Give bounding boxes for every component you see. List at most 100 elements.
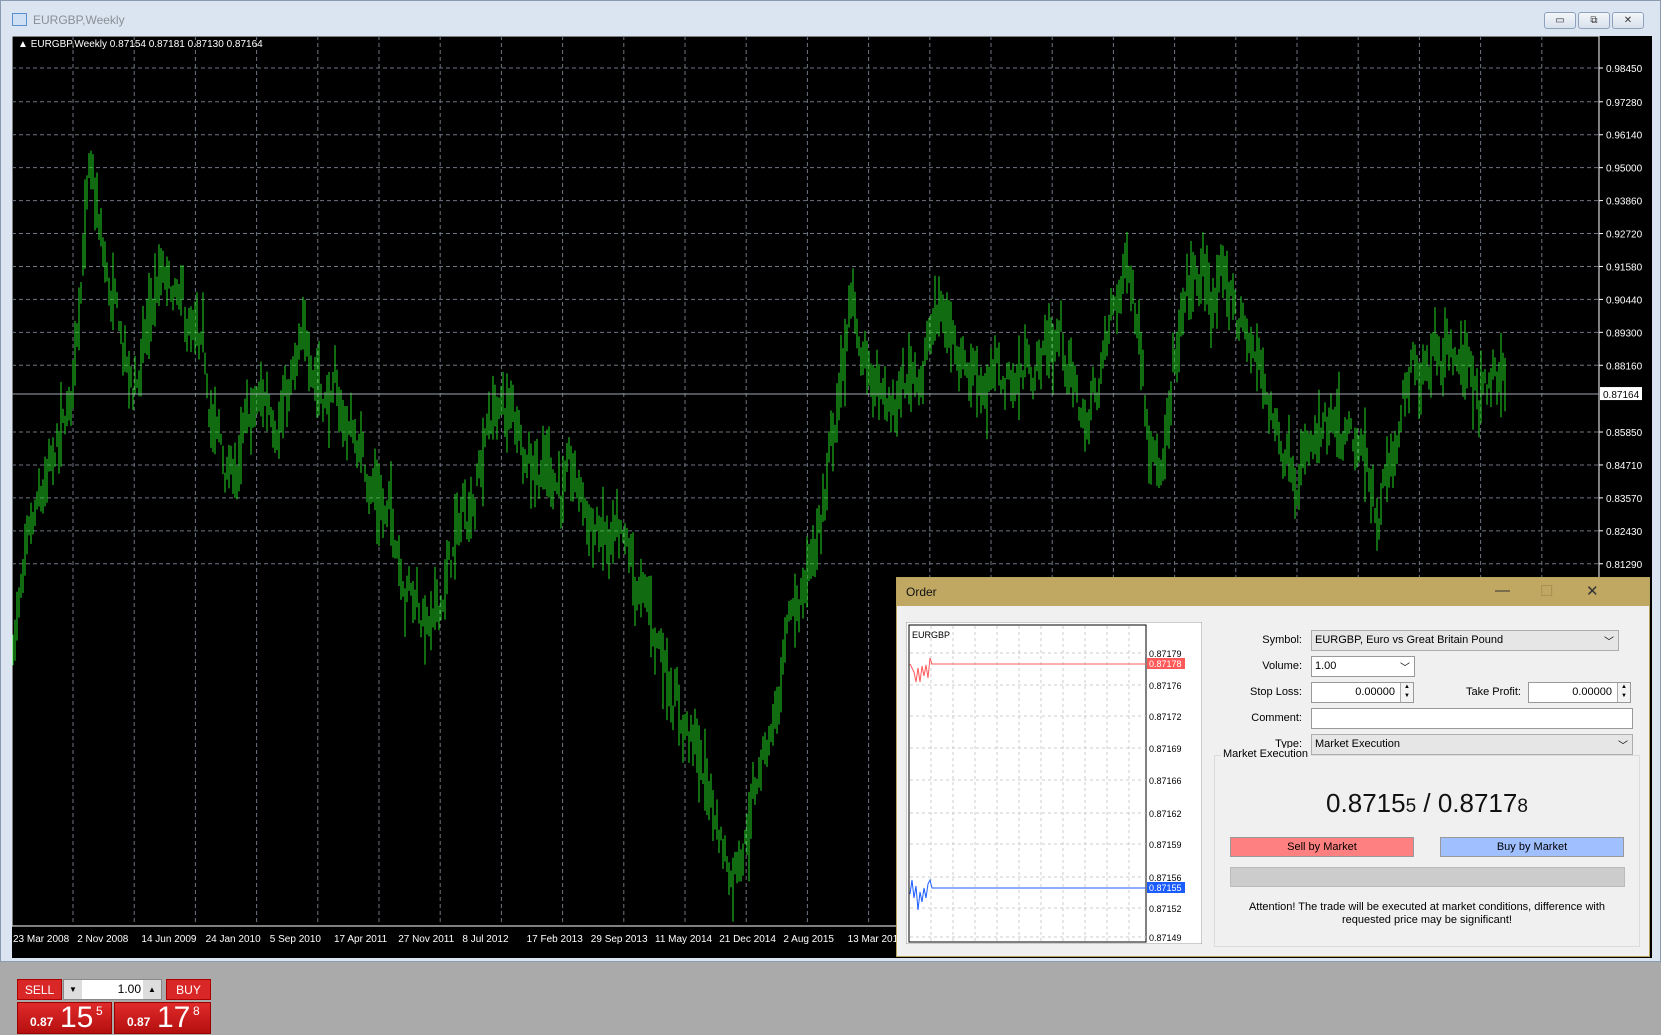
take-profit-spinner[interactable]: ▲ ▼ — [1617, 683, 1630, 702]
buy-price-fraction: 8 — [193, 1004, 200, 1018]
symbol-label: Symbol: — [1262, 634, 1302, 646]
stop-loss-spinner[interactable]: ▲ ▼ — [1400, 683, 1413, 702]
buy-price-pips: 17 — [157, 1001, 191, 1034]
ask-price-last-digit: 8 — [1517, 796, 1528, 817]
type-value: Market Execution — [1315, 738, 1400, 750]
sell-by-market-button[interactable]: Sell by Market — [1230, 837, 1414, 857]
date-tick-label: 14 Jun 2009 — [141, 934, 196, 945]
tick-price-label: 0.87176 — [1149, 681, 1182, 691]
minimize-button[interactable]: ▭ — [1544, 12, 1576, 29]
chart-header: ▲ EURGBP,Weekly 0.87154 0.87181 0.87130 … — [18, 39, 263, 50]
chevron-down-icon: ﹀ — [1618, 741, 1628, 752]
buy-by-market-button[interactable]: Buy by Market — [1440, 837, 1624, 857]
date-tick-label: 2 Nov 2008 — [77, 934, 129, 945]
close-button[interactable]: ✕ — [1612, 12, 1644, 29]
buy-price-big: 0.87 — [127, 1015, 151, 1029]
sell-button[interactable]: SELL — [17, 979, 62, 1000]
attention-text: Attention! The trade will be executed at… — [1248, 901, 1606, 926]
bid-price-last-digit: 5 — [1405, 796, 1417, 817]
order-dialog: Order — ☐ ✕ 0.87179 0.87176 0.87172 0.87169… — [896, 577, 1650, 957]
volume-value: 1.00 — [1315, 660, 1337, 672]
chevron-down-icon: ﹀ — [1400, 663, 1410, 674]
date-tick-label: 17 Apr 2011 — [334, 934, 388, 945]
take-profit-label: Take Profit: — [1465, 686, 1521, 698]
bid-price: 0.8715 — [1326, 788, 1406, 818]
window-title: EURGBP,Weekly — [33, 13, 125, 27]
tick-price-label: 0.87179 — [1149, 649, 1182, 659]
volume-increase-button[interactable]: ▲ — [143, 980, 161, 999]
price-tick-label: 0.85850 — [1606, 428, 1643, 439]
chevron-down-icon: ﹀ — [1604, 637, 1614, 648]
progress-bar — [1230, 867, 1625, 887]
comment-label: Comment: — [1251, 712, 1302, 724]
dialog-close-button[interactable]: ✕ — [1586, 582, 1599, 600]
price-tick-label: 0.84710 — [1606, 461, 1643, 472]
sell-price-fraction: 5 — [96, 1004, 103, 1018]
tick-price-label: 0.87172 — [1149, 712, 1182, 722]
dialog-maximize-button[interactable]: ☐ — [1540, 582, 1553, 600]
group-label: Market Execution — [1221, 748, 1310, 760]
stop-loss-input[interactable]: 0.00000 ▲ ▼ — [1311, 682, 1414, 703]
buy-button[interactable]: BUY — [166, 979, 211, 1000]
market-execution-group: Market Execution 0.87155 / 0.87178 Sell … — [1214, 748, 1640, 947]
date-tick-label: 24 Jan 2010 — [206, 934, 261, 945]
price-tick-label: 0.93860 — [1606, 197, 1643, 208]
tick-price-label: 0.87169 — [1149, 744, 1182, 754]
type-select[interactable]: Market Execution ﹀ — [1311, 734, 1633, 755]
tick-price-label: 0.87159 — [1149, 840, 1182, 850]
tick-price-label: 0.87162 — [1149, 809, 1182, 819]
volume-input[interactable]: 1.00 — [84, 982, 141, 996]
volume-control: ▼ 1.00 ▲ — [63, 979, 162, 1000]
price-tick-label: 0.83570 — [1606, 494, 1643, 505]
volume-decrease-button[interactable]: ▼ — [64, 980, 82, 999]
date-tick-label: 5 Sep 2010 — [270, 934, 322, 945]
tick-chart: 0.87179 0.87176 0.87172 0.87169 0.87166 0.871… — [906, 622, 1202, 944]
volume-label: Volume: — [1262, 660, 1302, 672]
date-tick-label: 11 May 2014 — [655, 934, 713, 945]
bid-price-tag-label: 0.87155 — [1149, 883, 1182, 893]
take-profit-input[interactable]: 0.00000 ▲ ▼ — [1528, 682, 1631, 703]
date-tick-label: 23 Mar 2008 — [13, 934, 70, 945]
symbol-select[interactable]: EURGBP, Euro vs Great Britain Pound ﹀ — [1311, 630, 1619, 651]
order-dialog-title: Order — [906, 585, 937, 599]
price-separator: / — [1416, 788, 1438, 818]
price-tick-label: 0.91580 — [1606, 262, 1643, 273]
restore-button[interactable]: ⧉ — [1578, 12, 1610, 29]
price-tick-label: 0.97280 — [1606, 98, 1643, 109]
date-tick-label: 2 Aug 2015 — [783, 934, 834, 945]
sell-price-big: 0.87 — [30, 1015, 54, 1029]
date-tick-label: 29 Sep 2013 — [591, 934, 648, 945]
ask-price-tag-label: 0.87178 — [1149, 659, 1182, 669]
price-tick-label: 0.82430 — [1606, 527, 1643, 538]
tick-price-label: 0.87156 — [1149, 873, 1182, 883]
tick-price-label: 0.87166 — [1149, 776, 1182, 786]
date-tick-label: 27 Nov 2011 — [398, 934, 454, 945]
chart-header-text: EURGBP,Weekly 0.87154 0.87181 0.87130 0.… — [30, 39, 263, 50]
price-tick-label: 0.96140 — [1606, 131, 1643, 142]
buy-price-box[interactable]: 0.87 17 8 — [114, 1001, 211, 1034]
tick-chart-symbol: EURGBP — [912, 630, 950, 640]
bid-ask-display: 0.87155 / 0.87178 — [1215, 788, 1639, 819]
take-profit-value: 0.00000 — [1572, 686, 1612, 698]
stop-loss-label: Stop Loss: — [1250, 686, 1302, 698]
sell-price-box[interactable]: 0.87 15 5 — [17, 1001, 112, 1034]
current-price-label: 0.87164 — [1603, 390, 1640, 401]
tick-price-label: 0.87152 — [1149, 904, 1182, 914]
price-tick-label: 0.90440 — [1606, 295, 1643, 306]
chart-window-icon — [12, 13, 27, 26]
price-tick-label: 0.95000 — [1606, 164, 1643, 175]
price-tick-label: 0.81290 — [1606, 560, 1643, 571]
sell-price-pips: 15 — [60, 1001, 94, 1034]
ask-price: 0.8717 — [1437, 788, 1518, 818]
price-tick-label: 0.98450 — [1606, 64, 1643, 75]
comment-input[interactable] — [1311, 708, 1633, 729]
date-tick-label: 21 Dec 2014 — [719, 934, 776, 945]
price-tick-label: 0.89300 — [1606, 328, 1643, 339]
order-dialog-titlebar[interactable]: Order — ☐ ✕ — [897, 578, 1649, 606]
dialog-minimize-button[interactable]: — — [1495, 582, 1510, 599]
stop-loss-value: 0.00000 — [1355, 686, 1395, 698]
price-tick-label: 0.88160 — [1606, 361, 1643, 372]
volume-select[interactable]: 1.00 ﹀ — [1311, 656, 1415, 677]
tick-price-label: 0.87149 — [1149, 933, 1182, 943]
date-tick-label: 8 Jul 2012 — [462, 934, 509, 945]
